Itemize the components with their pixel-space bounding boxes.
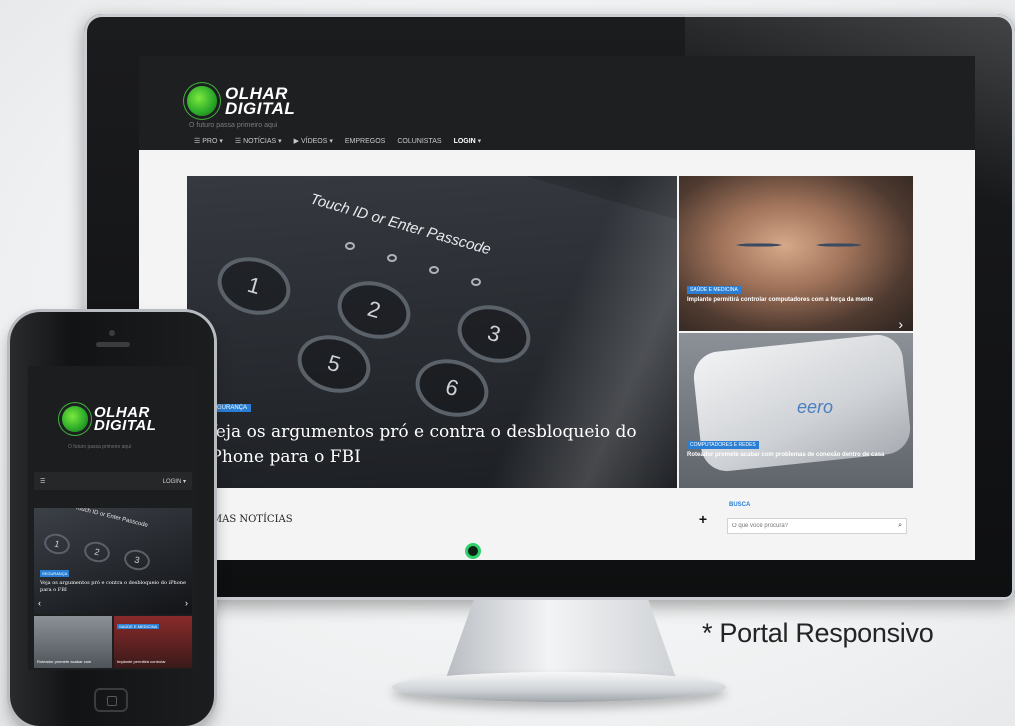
logo-circle-icon — [62, 406, 88, 432]
side-story-tag[interactable]: SAÚDE E MEDICINA — [687, 286, 741, 294]
smartphone: OLHAR DIGITAL O futuro passa primeiro aq… — [10, 312, 214, 726]
side-story-card[interactable]: SAÚDE E MEDICINA Implante permitirá cont… — [679, 176, 913, 331]
site-logo[interactable]: OLHAR DIGITAL — [62, 405, 157, 434]
nav-item-empregos[interactable]: EMPREGOS — [345, 134, 385, 150]
site-tagline: O futuro passa primeiro aqui — [189, 122, 278, 129]
side-story-title[interactable]: Roteador promete acabar com problemas de… — [687, 451, 905, 459]
passcode-dot — [471, 278, 481, 286]
phone-camera-icon — [109, 330, 115, 336]
phone-screen: OLHAR DIGITAL O futuro passa primeiro aq… — [28, 366, 198, 670]
logo-circle-icon — [187, 86, 217, 116]
site-logo[interactable]: OLHAR DIGITAL — [187, 85, 296, 118]
side-story-image — [719, 236, 879, 254]
mobile-hero[interactable]: Touch ID or Enter Passcode 1 2 3 SEGURAN… — [34, 508, 192, 614]
menu-icon[interactable]: ☰ — [40, 478, 45, 485]
nav-item-videos[interactable]: ▶ VÍDEOS ▾ — [294, 134, 333, 150]
caption: * Portal Responsivo — [702, 618, 934, 648]
marketing-banner: OLHAR DIGITAL O futuro passa primeiro aq… — [0, 0, 1015, 726]
keypad-key: 1 — [41, 531, 73, 557]
search-label: BUSCA — [729, 502, 751, 508]
side-story-card[interactable]: eero COMPUTADORES E REDES Roteador prome… — [679, 333, 913, 488]
passcode-dot — [429, 266, 439, 274]
search-icon[interactable]: ⌕ — [898, 522, 902, 530]
monitor-base — [392, 672, 726, 702]
nav-item-pro[interactable]: ☰ PRO ▾ — [194, 134, 223, 150]
nav-item-noticias[interactable]: ☰ NOTÍCIAS ▾ — [235, 134, 282, 150]
phone-speaker — [96, 342, 130, 347]
search-input[interactable] — [732, 523, 882, 529]
search-box: ⌕ — [727, 518, 907, 534]
mobile-nav: ☰ LOGIN ▾ — [34, 472, 192, 490]
hero-category-tag[interactable]: SEGURANÇA — [40, 570, 70, 577]
hero-headline[interactable]: Veja os argumentos pró e contra o desblo… — [205, 420, 665, 470]
passcode-dot — [387, 254, 397, 262]
hero-headline[interactable]: Veja os argumentos pró e contra o desblo… — [40, 580, 190, 594]
mobile-story-card[interactable]: SAÚDE E MEDICINA Implante permitirá cont… — [114, 616, 192, 668]
monitor-stand — [446, 600, 676, 678]
slider-prev-arrow-icon[interactable]: ‹ — [38, 598, 41, 608]
side-story-title[interactable]: Implante permitirá controlar computadore… — [687, 296, 905, 304]
nav-item-colunistas[interactable]: COLUNISTAS — [397, 134, 441, 150]
monitor-screen: OLHAR DIGITAL O futuro passa primeiro aq… — [139, 56, 975, 560]
mobile-story-card[interactable]: Roteador promete acabar com — [34, 616, 112, 668]
power-indicator-icon — [465, 543, 481, 559]
mobile-story-tag[interactable]: SAÚDE E MEDICINA — [117, 624, 160, 629]
side-stories: SAÚDE E MEDICINA Implante permitirá cont… — [679, 176, 913, 488]
latest-news-header: ÚLTIMAS NOTÍCIAS + — [187, 506, 707, 532]
hero-slide[interactable]: Touch ID or Enter Passcode 1 2 3 5 6 ‹ S… — [187, 176, 677, 488]
keypad-key: 2 — [81, 539, 113, 565]
logo-line-2: DIGITAL — [94, 417, 157, 434]
slider-next-arrow-icon[interactable]: › — [898, 316, 903, 331]
logo-wordmark: OLHAR DIGITAL — [94, 405, 157, 434]
mobile-login[interactable]: LOGIN ▾ — [163, 478, 186, 485]
keypad-key: 3 — [121, 547, 153, 573]
nav-item-login[interactable]: LOGIN ▾ — [454, 134, 482, 150]
logo-line-2: DIGITAL — [225, 99, 296, 118]
site-tagline: O futuro passa primeiro aqui — [68, 444, 132, 450]
mobile-story-title[interactable]: Implante permitirá controlar — [117, 659, 187, 664]
device-brand-text: eero — [797, 397, 834, 417]
passcode-dot — [345, 242, 355, 250]
home-button-icon — [94, 688, 128, 712]
mobile-thumbnails: Roteador promete acabar com SAÚDE E MEDI… — [34, 616, 192, 668]
site-header: OLHAR DIGITAL O futuro passa primeiro aq… — [139, 56, 975, 150]
mobile-story-title[interactable]: Roteador promete acabar com — [37, 659, 107, 664]
logo-wordmark: OLHAR DIGITAL — [225, 85, 296, 118]
desktop-monitor: OLHAR DIGITAL O futuro passa primeiro aq… — [84, 14, 1015, 600]
main-nav: ☰ PRO ▾ ☰ NOTÍCIAS ▾ ▶ VÍDEOS ▾ EMPREGOS… — [139, 134, 975, 150]
side-story-tag[interactable]: COMPUTADORES E REDES — [687, 441, 759, 449]
hero-image-screen-text: Touch ID or Enter Passcode — [74, 508, 149, 529]
slider-next-arrow-icon[interactable]: › — [185, 598, 188, 608]
expand-plus-icon[interactable]: + — [699, 511, 707, 527]
